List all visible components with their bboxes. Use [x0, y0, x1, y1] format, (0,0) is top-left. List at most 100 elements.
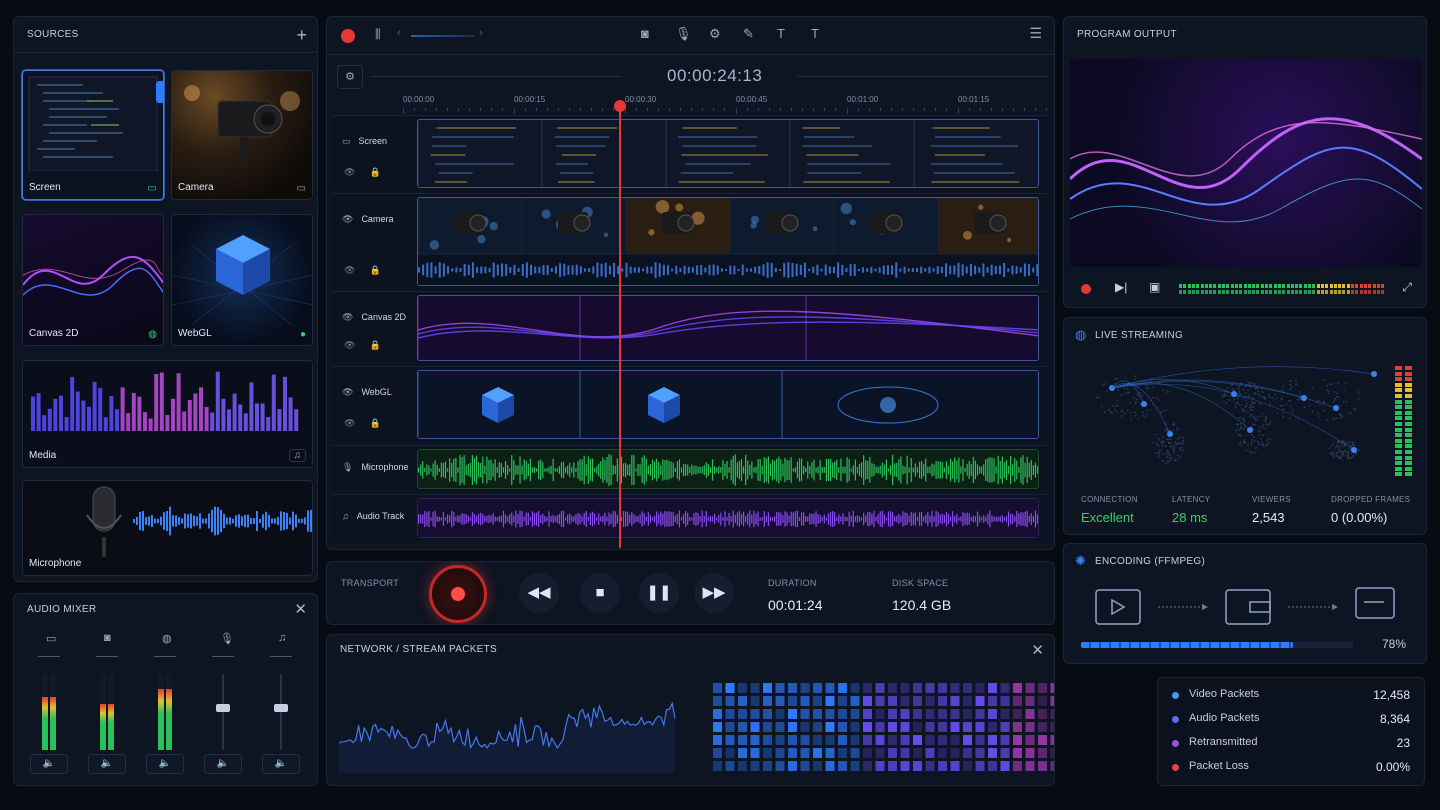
- map-dot: [1335, 454, 1338, 456]
- monitor-icon[interactable]: ▭: [342, 136, 351, 147]
- source-label: Media: [29, 450, 57, 461]
- eq-bar: [137, 396, 142, 431]
- fader-handle[interactable]: [216, 704, 230, 712]
- map-dot: [1161, 444, 1164, 447]
- pan-control[interactable]: [38, 656, 60, 657]
- lock-icon[interactable]: 🔒: [369, 265, 380, 276]
- text-icon[interactable]: T: [811, 26, 819, 41]
- lock-icon[interactable]: 🔒: [369, 418, 380, 429]
- settings-sliders-icon[interactable]: ☰: [1029, 25, 1042, 42]
- plus-icon[interactable]: +: [296, 25, 307, 46]
- eye-icon[interactable]: 👁: [344, 340, 355, 351]
- drag-handle[interactable]: [156, 81, 163, 103]
- track-clip[interactable]: [417, 119, 1039, 188]
- eye-icon[interactable]: 👁: [342, 312, 353, 323]
- ruler-tick: [525, 108, 526, 111]
- track-clip[interactable]: [417, 295, 1039, 361]
- record-button[interactable]: [429, 565, 487, 623]
- heatmap-cell: [925, 735, 935, 745]
- text-icon[interactable]: T: [777, 26, 785, 41]
- track-clip[interactable]: [417, 197, 1039, 286]
- mute-button[interactable]: 🔈: [88, 754, 126, 774]
- wave-bar: [220, 509, 222, 533]
- encoding-pipeline: [1095, 587, 1395, 625]
- eye-icon[interactable]: 👁: [344, 418, 355, 429]
- source-tile-media[interactable]: Media ♫: [22, 360, 313, 468]
- track-clip[interactable]: [417, 449, 1039, 489]
- close-icon[interactable]: ✕: [1031, 641, 1044, 659]
- timeline-settings-icon[interactable]: ⚙: [337, 65, 363, 89]
- map-dot: [1349, 444, 1352, 447]
- map-dot: [1173, 444, 1175, 447]
- lock-icon[interactable]: 🔒: [369, 340, 380, 351]
- heatmap-cell: [1038, 735, 1047, 745]
- meter-segment: [1405, 410, 1412, 415]
- music-note-icon[interactable]: ♫: [342, 511, 349, 521]
- stream-stat-value: Excellent: [1081, 510, 1134, 525]
- record-dot-icon[interactable]: [1081, 284, 1091, 294]
- microphone-icon[interactable]: 🎙: [675, 26, 692, 42]
- meter-segment: [1187, 290, 1191, 294]
- gear-icon[interactable]: ⚙: [709, 26, 721, 42]
- fast-forward-button[interactable]: ▶▶: [694, 573, 734, 613]
- map-dot: [1341, 415, 1344, 418]
- meter-segment: [1230, 290, 1234, 294]
- source-tile-camera[interactable]: Camera ▭: [171, 70, 313, 200]
- eye-icon[interactable]: 👁: [342, 214, 353, 225]
- timeline-ruler[interactable]: 00:00:00 00:00:15 00:00:30 00:00:45 00:01:00…: [403, 95, 1047, 115]
- source-tile-canvas-2d[interactable]: Canvas 2D ◍: [22, 214, 164, 346]
- pen-icon[interactable]: ✎: [743, 26, 754, 42]
- ruler-tick: [769, 108, 770, 111]
- fader-handle[interactable]: [274, 704, 288, 712]
- screen-icon[interactable]: ▣: [1149, 280, 1160, 294]
- music-note-icon[interactable]: ♫: [288, 449, 306, 462]
- ruler-tick: [1024, 108, 1025, 111]
- mixer-channel: ◙ 🔈: [86, 628, 136, 778]
- pan-control[interactable]: [270, 656, 292, 657]
- pan-control[interactable]: [154, 656, 176, 657]
- source-tile-webgl[interactable]: WebGL ●: [171, 214, 313, 346]
- pause-button[interactable]: ❚❚: [639, 573, 679, 613]
- meter-segment: [1209, 290, 1213, 294]
- source-tile-microphone[interactable]: Microphone: [22, 480, 313, 576]
- eye-icon[interactable]: 👁: [344, 167, 355, 178]
- scrubber-control[interactable]: ⫼ ‹ ›: [375, 27, 485, 43]
- pan-control[interactable]: [96, 656, 118, 657]
- rewind-button[interactable]: ◀◀: [519, 573, 559, 613]
- map-dot: [1253, 417, 1256, 419]
- close-icon[interactable]: ✕: [294, 600, 307, 618]
- ruler-tick: [702, 108, 703, 111]
- mute-button[interactable]: 🔈: [262, 754, 300, 774]
- stop-button[interactable]: ■: [580, 573, 620, 613]
- record-indicator[interactable]: [341, 29, 355, 43]
- eye-icon[interactable]: 👁: [344, 265, 355, 276]
- lock-icon[interactable]: 🔒: [369, 167, 380, 178]
- level-fill: [42, 696, 48, 750]
- fullscreen-icon[interactable]: ⤢: [1402, 280, 1412, 295]
- eye-icon[interactable]: 👁: [342, 387, 353, 398]
- map-dot: [1253, 451, 1256, 454]
- pan-control[interactable]: [212, 656, 234, 657]
- ruler-tick: [469, 108, 470, 111]
- microphone-icon[interactable]: 🎙: [342, 462, 353, 473]
- mute-button[interactable]: 🔈: [204, 754, 242, 774]
- playhead[interactable]: [619, 100, 621, 548]
- map-dot: [1121, 415, 1124, 418]
- map-dot: [1249, 415, 1252, 417]
- map-dot: [1357, 449, 1360, 452]
- skip-icon[interactable]: ▶|: [1115, 280, 1127, 294]
- track-clip[interactable]: [417, 498, 1039, 538]
- heatmap-cell: [825, 735, 835, 745]
- camera-icon[interactable]: ◙: [641, 26, 649, 41]
- heatmap-cell: [800, 722, 810, 732]
- track-clip[interactable]: [417, 370, 1039, 439]
- map-dot: [1175, 443, 1177, 445]
- playhead-handle[interactable]: [614, 100, 626, 112]
- mute-button[interactable]: 🔈: [30, 754, 68, 774]
- meter-segment: [1359, 284, 1363, 288]
- eq-bar: [176, 373, 181, 431]
- heatmap-cell: [713, 683, 722, 693]
- mute-button[interactable]: 🔈: [146, 754, 184, 774]
- source-tile-screen[interactable]: Screen ▭: [22, 70, 164, 200]
- server-node: [1351, 447, 1357, 453]
